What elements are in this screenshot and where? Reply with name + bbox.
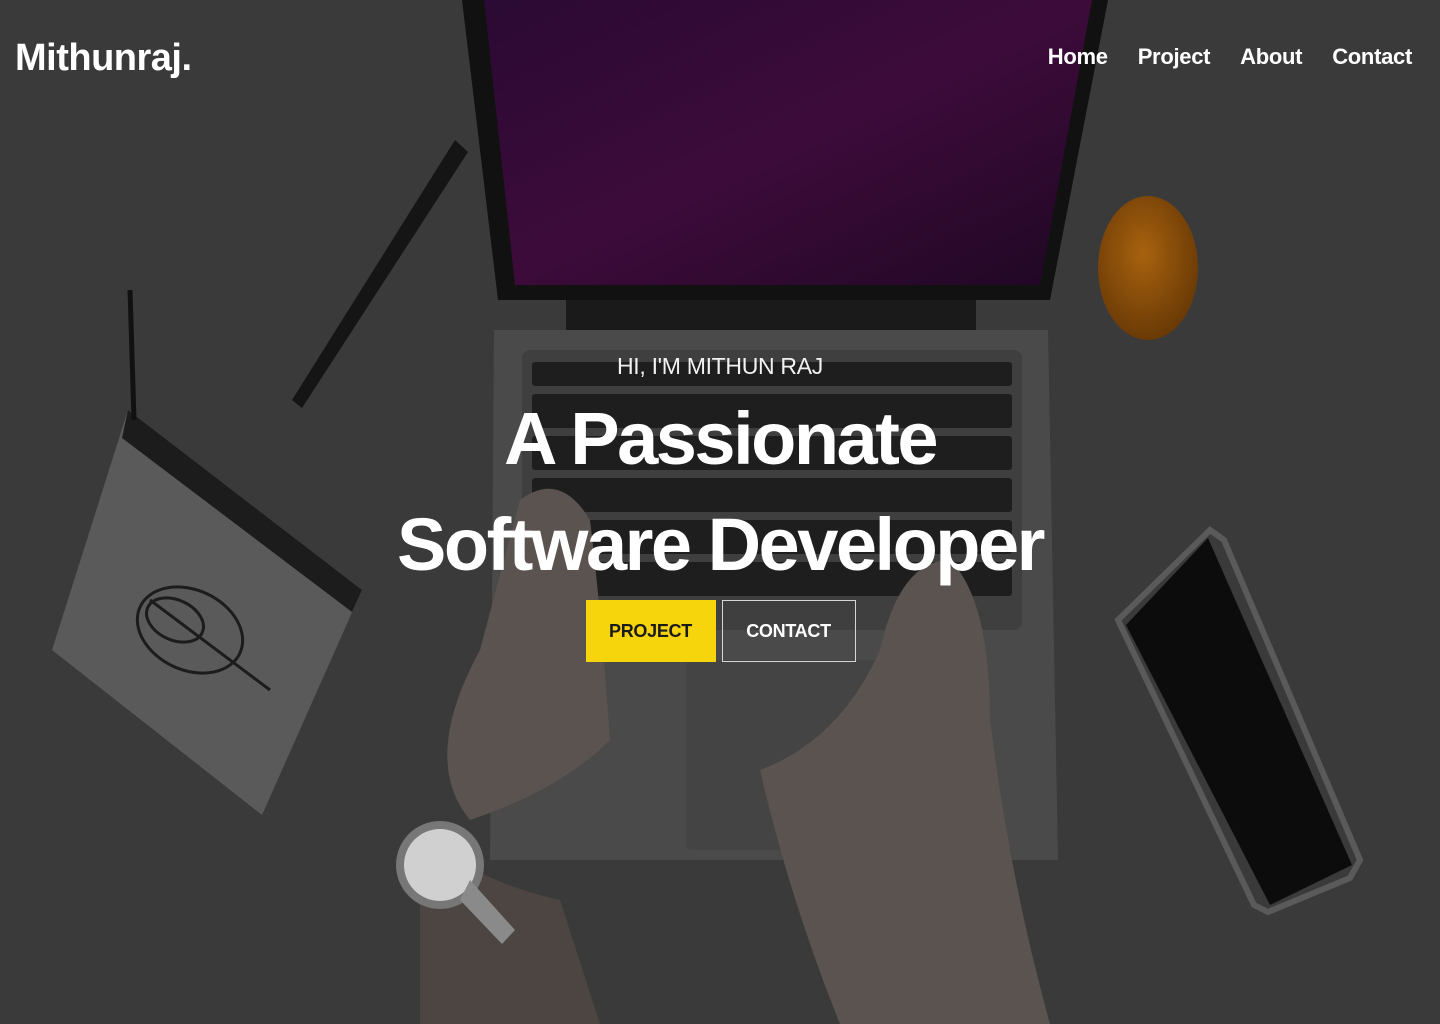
nav-item-contact[interactable]: Contact	[1332, 40, 1412, 74]
nav-item-project[interactable]: Project	[1138, 40, 1211, 74]
hero-eyebrow: HI, I'M MITHUN RAJ	[617, 353, 823, 379]
hero-content: HI, I'M MITHUN RAJ A Passionate Software…	[0, 346, 1440, 662]
site-header: Mithunraj. Home Project About Contact	[0, 0, 1440, 120]
hero-section: Mithunraj. Home Project About Contact HI…	[0, 0, 1440, 1024]
site-logo[interactable]: Mithunraj.	[15, 34, 192, 82]
nav-item-about[interactable]: About	[1240, 40, 1302, 74]
hero-headline: A Passionate Software Developer	[397, 397, 1045, 586]
contact-button[interactable]: CONTACT	[721, 600, 856, 662]
hero-buttons: PROJECT CONTACT	[1, 600, 1440, 662]
main-nav: Home Project About Contact	[1048, 40, 1413, 74]
nav-item-home[interactable]: Home	[1048, 40, 1108, 74]
project-button[interactable]: PROJECT	[585, 600, 716, 662]
